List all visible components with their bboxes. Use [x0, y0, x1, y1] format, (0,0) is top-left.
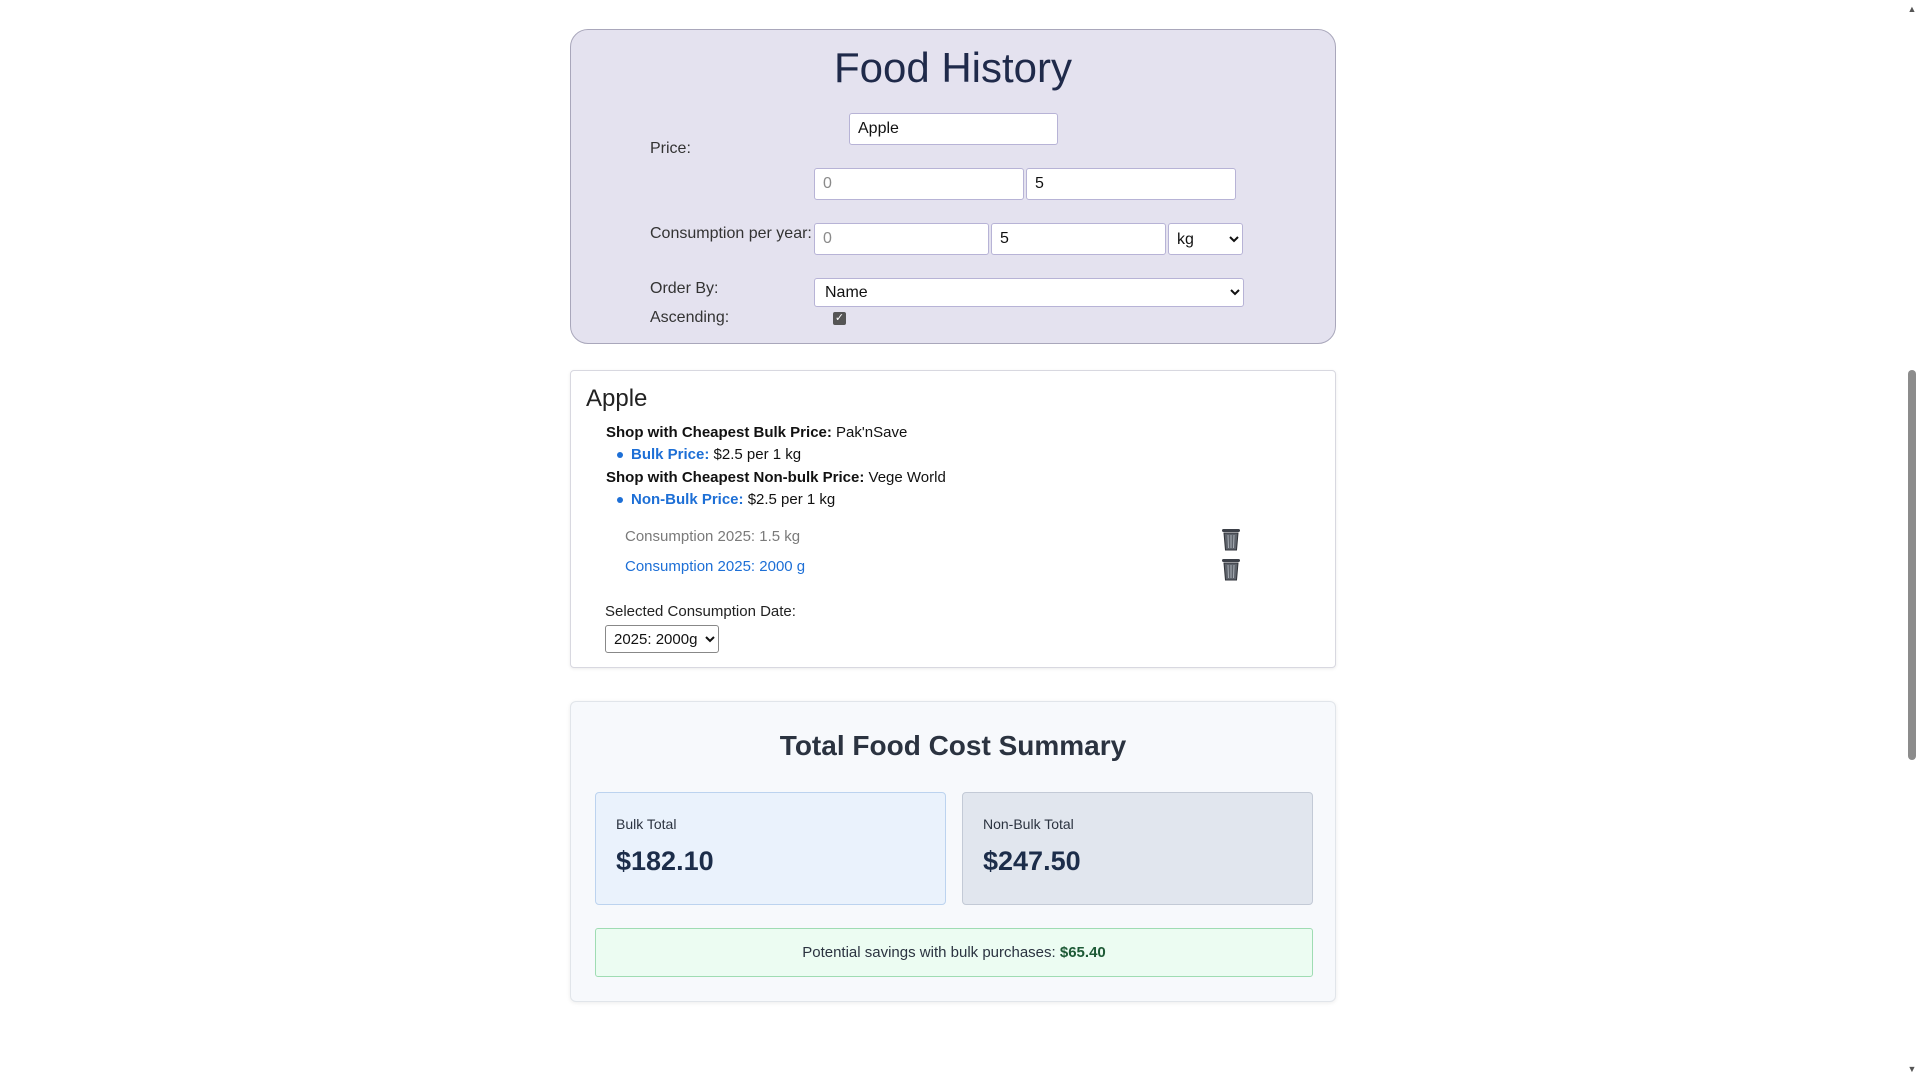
nonbulk-price-item: Non-Bulk Price: $2.5 per 1 kg — [617, 491, 836, 508]
price-min-input[interactable] — [814, 168, 1024, 200]
bulk-shop-value: Pak'nSave — [836, 424, 908, 441]
nonbulk-shop-line: Shop with Cheapest Non-bulk Price: Vege … — [606, 469, 946, 486]
nonbulk-total-card: Non-Bulk Total $247.50 — [962, 792, 1313, 905]
bulk-total-label: Bulk Total — [616, 816, 677, 832]
food-item-card: Apple Shop with Cheapest Bulk Price: Pak… — [570, 370, 1336, 668]
bullet-dot-icon — [617, 452, 623, 458]
bulk-price-label: Bulk Price: — [631, 446, 710, 463]
consumption-entry-2[interactable]: Consumption 2025: 2000 g — [625, 558, 805, 575]
scroll-down-arrow-icon[interactable]: ▼ — [1907, 1065, 1917, 1074]
savings-text: Potential savings with bulk purchases: — [802, 944, 1056, 961]
consumption-entry-1[interactable]: Consumption 2025: 1.5 kg — [625, 528, 800, 545]
nonbulk-price-label: Non-Bulk Price: — [631, 491, 744, 508]
summary-title: Total Food Cost Summary — [779, 730, 1127, 761]
filter-panel: Food History Price: Consumption per year… — [570, 29, 1336, 344]
order-by-label: Order By: — [650, 280, 719, 297]
order-by-select[interactable]: Name — [814, 278, 1244, 307]
bulk-total-value: $182.10 — [616, 846, 714, 876]
price-label: Price: — [650, 140, 691, 157]
nonbulk-shop-value: Vege World — [868, 469, 946, 486]
consumption-date-label: Selected Consumption Date: — [605, 603, 796, 620]
bulk-shop-line: Shop with Cheapest Bulk Price: Pak'nSave — [606, 424, 907, 441]
ascending-label: Ascending: — [650, 309, 730, 326]
trash-can-icon[interactable] — [1219, 556, 1243, 582]
nonbulk-total-value: $247.50 — [983, 846, 1081, 876]
food-item-name: Apple — [586, 385, 648, 412]
bulk-price-item: Bulk Price: $2.5 per 1 kg — [617, 446, 802, 463]
scroll-up-arrow-icon[interactable]: ▲ — [1907, 5, 1917, 14]
price-max-input[interactable] — [1026, 168, 1236, 200]
nonbulk-total-label: Non-Bulk Total — [983, 816, 1074, 832]
consumption-min-input[interactable] — [814, 223, 989, 255]
nonbulk-price-value: $2.5 per 1 kg — [747, 491, 836, 508]
bulk-price-value: $2.5 per 1 kg — [713, 446, 802, 463]
trash-can-icon[interactable] — [1219, 526, 1243, 552]
bulk-total-card: Bulk Total $182.10 — [595, 792, 946, 905]
consumption-date-select[interactable]: 2025: 2000g — [605, 625, 719, 653]
bullet-dot-icon — [617, 497, 623, 503]
bulk-shop-label: Shop with Cheapest Bulk Price: — [606, 424, 832, 441]
consumption-max-input[interactable] — [991, 223, 1166, 255]
page: Food History Price: Consumption per year… — [0, 0, 1904, 1080]
unit-select[interactable]: kg — [1168, 223, 1243, 255]
savings-value: $65.40 — [1059, 944, 1106, 961]
cost-summary-panel: Total Food Cost Summary Bulk Total $182.… — [570, 701, 1336, 1002]
scrollbar-thumb[interactable] — [1908, 370, 1916, 760]
vertical-scrollbar[interactable]: ▲ ▼ — [1904, 0, 1920, 1080]
page-title: Food History — [833, 44, 1073, 91]
nonbulk-shop-label: Shop with Cheapest Non-bulk Price: — [606, 469, 865, 486]
savings-banner: Potential savings with bulk purchases: $… — [595, 928, 1313, 977]
food-name-input[interactable] — [849, 113, 1058, 145]
consumption-label: Consumption per year: — [650, 225, 812, 242]
ascending-checkbox[interactable]: ✓ — [833, 312, 846, 325]
